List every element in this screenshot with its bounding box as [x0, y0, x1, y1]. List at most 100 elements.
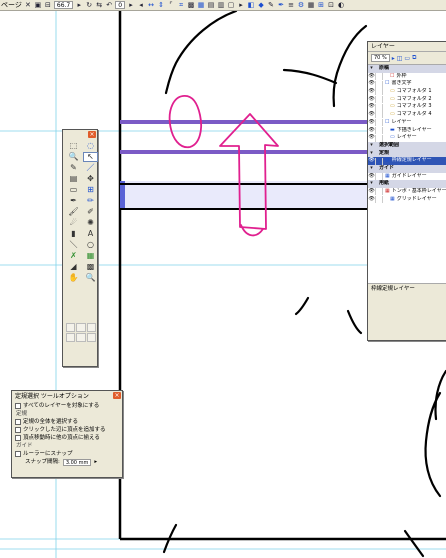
frame-icon[interactable]: ⌜: [167, 1, 175, 9]
lock-toggle[interactable]: [375, 96, 383, 104]
lock-toggle[interactable]: [375, 80, 383, 88]
layer-section[interactable]: ▾ 選択範囲: [368, 141, 446, 150]
collapse-icon[interactable]: ▾: [368, 142, 375, 150]
eraser-tool[interactable]: ✗: [66, 251, 81, 261]
lock-toggle[interactable]: [375, 188, 383, 196]
visibility-icon[interactable]: 👁: [368, 103, 375, 111]
ruler-icon[interactable]: ⌗: [177, 1, 185, 9]
table-icon[interactable]: ▦: [307, 1, 315, 9]
settings-icon[interactable]: ⚙: [297, 1, 305, 9]
tone-tool[interactable]: ▦: [83, 251, 98, 261]
visibility-icon[interactable]: 👁: [368, 80, 375, 88]
lock-toggle[interactable]: [375, 88, 383, 96]
collapse-icon[interactable]: ▾: [368, 65, 375, 73]
layer-row[interactable]: 👁 ☐ 書き文字: [368, 80, 446, 88]
layer-view-icon[interactable]: ▦: [197, 1, 205, 9]
hand-tool[interactable]: ✋: [66, 273, 81, 283]
select-whole-ruler-option[interactable]: 定規の全体を選択する: [15, 418, 119, 426]
reset-rotate-icon[interactable]: ↶: [105, 1, 113, 9]
tool-slot[interactable]: [66, 323, 76, 332]
brush-tool[interactable]: 🖌: [66, 207, 81, 217]
layer-row[interactable]: 👁 ▧ 枠線定規レイヤー: [368, 157, 446, 165]
visibility-icon[interactable]: 👁: [368, 119, 375, 127]
new-layer-icon[interactable]: ◫: [397, 55, 403, 62]
tool-options-titlebar[interactable]: 定規選択 ツールオプション ×: [12, 391, 122, 400]
layer-row[interactable]: 👁 ▦ ガイドレイヤー: [368, 173, 446, 181]
pencil-tool[interactable]: ✏: [83, 196, 98, 206]
frame-tool[interactable]: ▭: [66, 185, 81, 195]
lock-toggle[interactable]: [375, 111, 383, 119]
fill-tool[interactable]: ▮: [66, 229, 81, 239]
lock-toggle[interactable]: [375, 119, 383, 127]
tone-icon[interactable]: ▩: [187, 1, 195, 9]
grid-tool[interactable]: ⊞: [83, 185, 98, 195]
layer-row[interactable]: 👁 ▭ コマフォルダ 1: [368, 88, 446, 96]
collapse-icon[interactable]: ▾: [368, 165, 375, 173]
zoom-stepper-icon[interactable]: ▸: [75, 1, 83, 9]
opacity-stepper-icon[interactable]: ▸: [392, 55, 395, 62]
tool-slot[interactable]: [76, 333, 86, 342]
fit-page-icon[interactable]: ▣: [34, 1, 42, 9]
text-tool[interactable]: A: [83, 229, 98, 239]
lock-toggle[interactable]: [375, 103, 383, 111]
ruler-tool[interactable]: ▤: [66, 174, 81, 184]
pen-icon[interactable]: ✒: [277, 1, 285, 9]
checkbox[interactable]: [15, 435, 21, 441]
layer-row[interactable]: 👁 ☐ レイヤー: [368, 119, 446, 127]
duplicate-layer-icon[interactable]: ⧉: [412, 54, 416, 62]
layer-row[interactable]: 👁 ▭ レイヤー: [368, 134, 446, 142]
opacity-field[interactable]: 70 %: [371, 54, 390, 62]
move-tool[interactable]: ✥: [83, 174, 98, 184]
visibility-icon[interactable]: 👁: [368, 111, 375, 119]
flip-icon[interactable]: ⇆: [95, 1, 103, 9]
snap-to-ruler-option[interactable]: ルーラーにスナップ: [15, 450, 119, 458]
line-tool[interactable]: ＼: [66, 240, 81, 250]
help-icon[interactable]: ◐: [337, 1, 345, 9]
tool-slot[interactable]: [86, 323, 96, 332]
snap-stepper-icon[interactable]: ▸: [94, 458, 97, 466]
collapse-icon[interactable]: ▾: [368, 180, 375, 188]
new-folder-icon[interactable]: ▭: [404, 55, 410, 62]
lock-toggle[interactable]: [375, 196, 383, 204]
tool-palette-close-icon[interactable]: ×: [88, 131, 96, 138]
checkbox[interactable]: [15, 451, 21, 457]
visibility-icon[interactable]: 👁: [368, 134, 375, 142]
pattern-tool[interactable]: ▩: [83, 262, 98, 272]
collapse-icon[interactable]: ▾: [368, 150, 375, 158]
panel-toggle-icon[interactable]: ⊡: [327, 1, 335, 9]
visibility-icon[interactable]: 👁: [368, 96, 375, 104]
lasso-tool[interactable]: ◌: [83, 141, 98, 151]
layer-row[interactable]: 👁 ▦ グリッドレイヤー: [368, 196, 446, 204]
layer-section[interactable]: ▾ 定規: [368, 149, 446, 158]
grid-view-icon[interactable]: ⊞: [317, 1, 325, 9]
layer-row[interactable]: 👁 ▬ 下描きレイヤー: [368, 127, 446, 135]
visibility-icon[interactable]: 👁: [368, 173, 375, 181]
close-page-icon[interactable]: ✕: [24, 1, 32, 9]
lock-toggle[interactable]: [375, 73, 383, 81]
arrow-right-icon[interactable]: ▸: [237, 1, 245, 9]
lock-toggle[interactable]: [375, 157, 383, 165]
cell-icon[interactable]: ▥: [217, 1, 225, 9]
zoom-field[interactable]: 66.7: [53, 1, 74, 9]
text-icon[interactable]: ≡: [287, 1, 295, 9]
marker-tool[interactable]: ✐: [83, 207, 98, 217]
pointer-tool[interactable]: ↖: [83, 152, 98, 162]
tool-palette-titlebar[interactable]: ×: [63, 130, 97, 139]
add-vertex-option[interactable]: クリックした辺に頂点を追加する: [15, 426, 119, 434]
align-vertex-option[interactable]: 頂点移動時に他の頂点に揃える: [15, 434, 119, 442]
visibility-icon[interactable]: 👁: [368, 157, 375, 165]
rect-select-tool[interactable]: ⬚: [66, 141, 81, 151]
pen-line-tool[interactable]: ／: [83, 163, 98, 173]
layer-section[interactable]: ▾ 用紙: [368, 180, 446, 188]
layer-section[interactable]: ▾ 原稿: [368, 65, 446, 73]
guide-icon[interactable]: ↔: [147, 1, 155, 9]
layer-icon[interactable]: ◆: [257, 1, 265, 9]
lock-toggle[interactable]: [375, 172, 383, 180]
tool-slot[interactable]: [76, 323, 86, 332]
visibility-icon[interactable]: 👁: [368, 88, 375, 96]
view-icon[interactable]: ⊟: [44, 1, 52, 9]
angle-stepper-icon[interactable]: ▸: [127, 1, 135, 9]
visibility-icon[interactable]: 👁: [368, 188, 375, 196]
visibility-icon[interactable]: 👁: [368, 196, 375, 204]
layer-row[interactable]: 👁 ☐ 外枠: [368, 73, 446, 81]
